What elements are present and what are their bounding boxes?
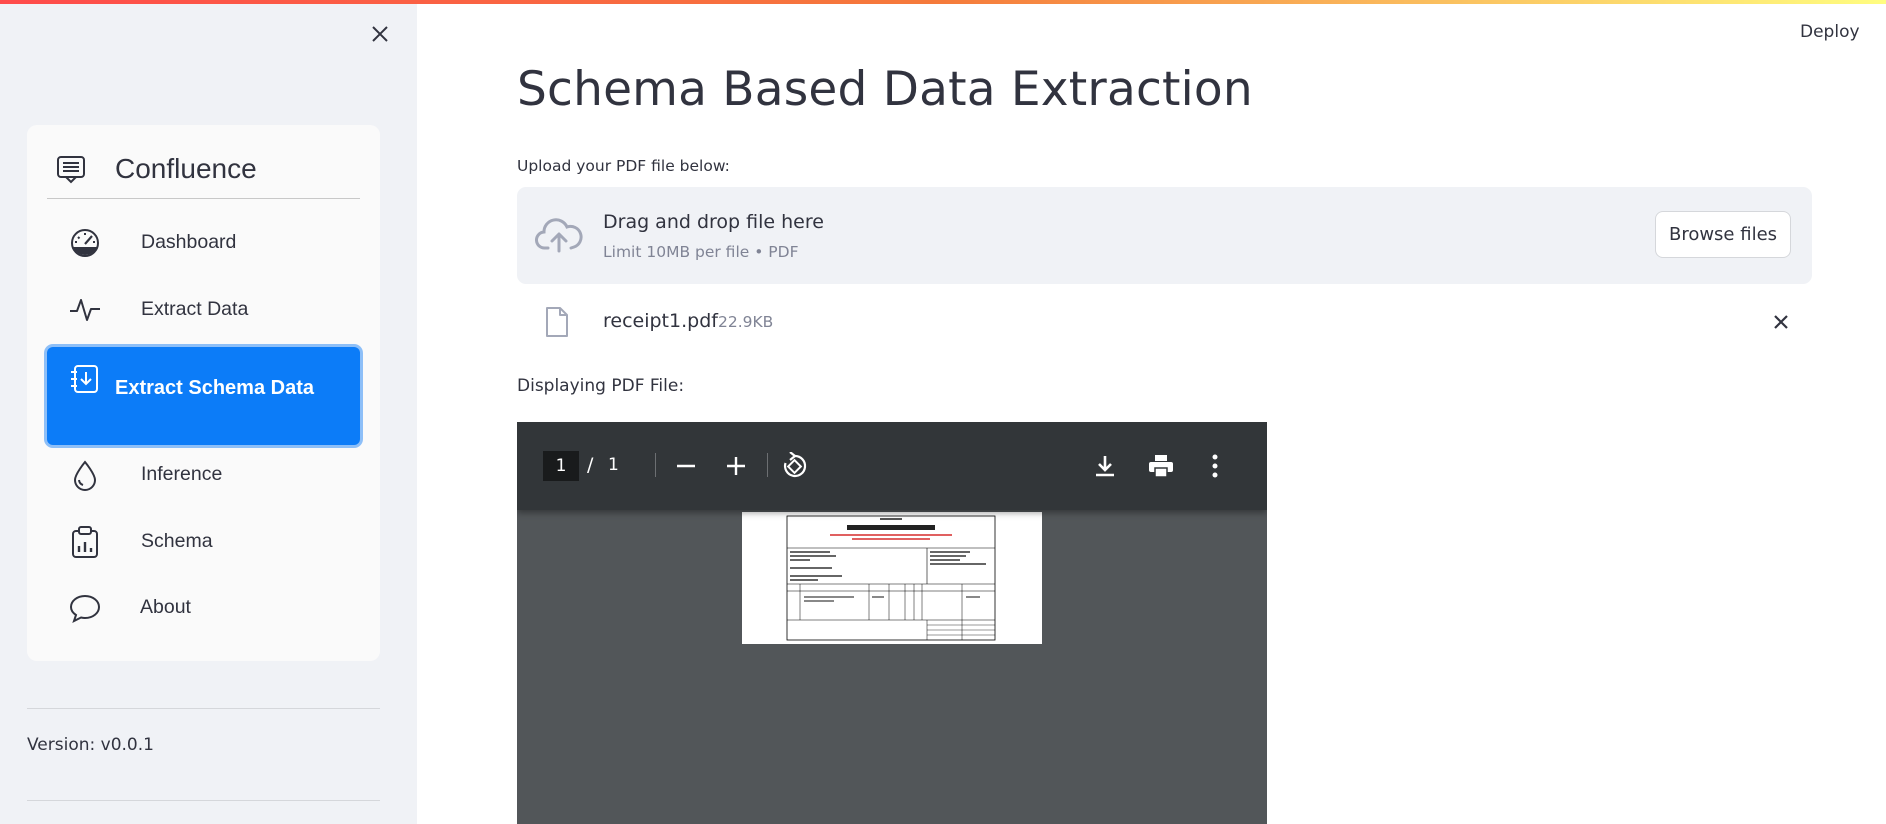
speedometer-icon bbox=[71, 229, 99, 257]
printer-icon bbox=[1149, 455, 1173, 478]
cloud-upload-icon bbox=[535, 218, 583, 253]
zoom-out-button[interactable] bbox=[670, 450, 702, 482]
print-button[interactable] bbox=[1145, 450, 1177, 482]
dropzone-instruction: Drag and drop file here bbox=[603, 211, 824, 233]
plus-icon bbox=[727, 457, 745, 475]
activity-icon bbox=[70, 299, 100, 321]
page-separator: / bbox=[587, 454, 594, 476]
navigation-menu: Confluence Dashboard Extract Data Extrac… bbox=[27, 125, 380, 661]
version-text: Version: v0.0.1 bbox=[27, 735, 154, 755]
close-sidebar-button[interactable] bbox=[368, 22, 392, 46]
page-total: 1 bbox=[608, 455, 619, 475]
rotate-button[interactable] bbox=[779, 450, 811, 482]
more-vertical-icon bbox=[1212, 454, 1218, 478]
nav-label-schema: Schema bbox=[141, 530, 213, 552]
uploaded-file-row: receipt1.pdf 22.9KB bbox=[517, 300, 1812, 344]
toolbar-divider bbox=[767, 453, 768, 477]
menu-logo-icon bbox=[57, 156, 85, 184]
pdf-display-label: Displaying PDF File: bbox=[517, 376, 685, 396]
nav-item-inference[interactable]: Inference bbox=[47, 445, 360, 503]
deploy-button[interactable]: Deploy bbox=[1800, 22, 1860, 42]
nav-item-about[interactable]: About bbox=[47, 578, 360, 636]
upload-label: Upload your PDF file below: bbox=[517, 157, 730, 175]
nav-label-extract-schema-data: Extract Schema Data bbox=[115, 377, 314, 399]
nav-label-about: About bbox=[140, 596, 191, 618]
menu-title: Confluence bbox=[115, 153, 257, 184]
uploaded-file-size: 22.9KB bbox=[718, 313, 774, 331]
close-icon bbox=[1774, 315, 1788, 329]
pdf-viewer-toolbar: 1 / 1 bbox=[517, 422, 1267, 510]
nav-item-extract-schema-data[interactable]: Extract Schema Data bbox=[47, 347, 360, 445]
toolbar-divider bbox=[655, 453, 656, 477]
download-icon bbox=[1096, 456, 1114, 477]
dropzone-limit-text: Limit 10MB per file • PDF bbox=[603, 243, 799, 261]
top-accent-bar bbox=[0, 0, 1886, 4]
file-icon bbox=[546, 307, 568, 337]
uploaded-file-name: receipt1.pdf bbox=[603, 310, 718, 332]
receipt-document-image bbox=[786, 515, 996, 641]
pdf-page-thumbnail bbox=[742, 512, 1042, 644]
zoom-in-button[interactable] bbox=[720, 450, 752, 482]
rotate-icon bbox=[783, 452, 807, 478]
remove-file-button[interactable] bbox=[1769, 310, 1793, 334]
nav-label-inference: Inference bbox=[141, 463, 223, 485]
sidebar-divider bbox=[27, 708, 380, 709]
pdf-viewer[interactable]: 1 / 1 bbox=[517, 422, 1267, 824]
nav-item-extract-data[interactable]: Extract Data bbox=[47, 280, 360, 338]
browse-files-button[interactable]: Browse files bbox=[1655, 211, 1791, 258]
nav-label-extract-data: Extract Data bbox=[141, 298, 249, 320]
sidebar: Confluence Dashboard Extract Data Extrac… bbox=[0, 0, 417, 824]
minus-icon bbox=[677, 464, 695, 468]
chat-bubble-icon bbox=[69, 594, 101, 623]
file-dropzone[interactable]: Drag and drop file here Limit 10MB per f… bbox=[517, 187, 1812, 284]
clipboard-chart-icon bbox=[72, 526, 98, 558]
nav-item-dashboard[interactable]: Dashboard bbox=[47, 213, 360, 271]
more-options-button[interactable] bbox=[1199, 450, 1231, 482]
droplet-icon bbox=[73, 460, 97, 491]
download-button[interactable] bbox=[1089, 450, 1121, 482]
sidebar-divider bbox=[27, 800, 380, 801]
page-number-input[interactable]: 1 bbox=[543, 451, 579, 481]
nav-label-dashboard: Dashboard bbox=[141, 231, 237, 253]
menu-header: Confluence bbox=[47, 147, 360, 199]
page-title: Schema Based Data Extraction bbox=[517, 62, 1253, 117]
close-icon bbox=[372, 26, 388, 42]
nav-item-schema[interactable]: Schema bbox=[47, 512, 360, 570]
